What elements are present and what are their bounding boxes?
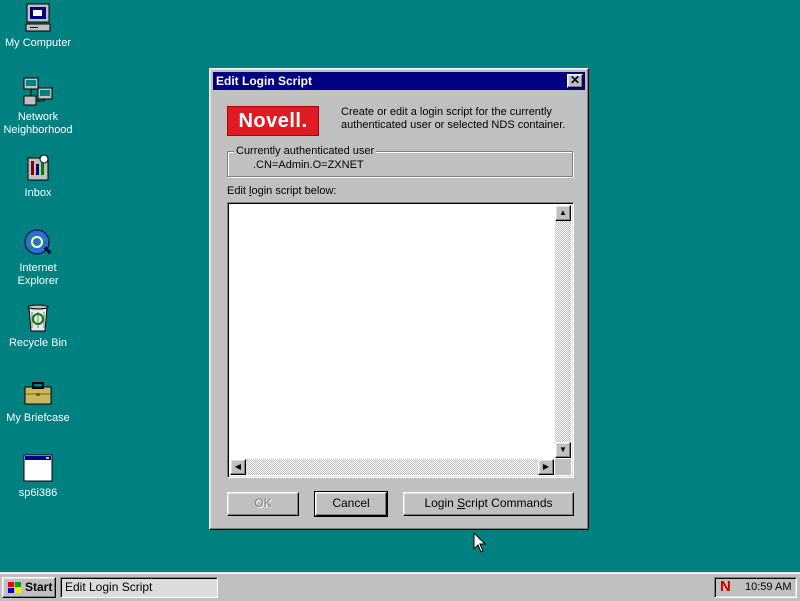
desktop-icon-sp6i386[interactable]: sp6i386	[0, 452, 76, 500]
start-label: Start	[25, 580, 53, 594]
edit-login-script-dialog: Edit Login Script ✕ Novell. Create or ed…	[209, 68, 589, 530]
scroll-up-button[interactable]: ▲	[555, 205, 571, 221]
authenticated-user-label: Currently authenticated user	[234, 145, 377, 158]
briefcase-icon	[22, 377, 54, 409]
desktop-icon-label: sp6i386	[18, 487, 58, 499]
dialog-title: Edit Login Script	[216, 74, 312, 88]
close-icon: ✕	[569, 73, 581, 87]
network-icon	[22, 76, 54, 108]
horizontal-scrollbar[interactable]: ◀ ▶	[230, 459, 554, 475]
login-script-textarea[interactable]: ▲ ▼ ◀ ▶	[227, 202, 574, 478]
dialog-titlebar[interactable]: Edit Login Script ✕	[213, 72, 585, 90]
desktop-icon-label: Recycle Bin	[8, 337, 68, 349]
desktop-icon-my-computer[interactable]: My Computer	[0, 2, 76, 50]
mouse-cursor-icon	[473, 532, 487, 553]
dialog-description: Create or edit a login script for the cu…	[341, 106, 566, 131]
scrollbar-corner	[555, 459, 571, 475]
novell-n-icon[interactable]: N	[720, 579, 734, 594]
authenticated-user-group: Currently authenticated user .CN=Admin.O…	[227, 145, 573, 177]
desktop-icon-inbox[interactable]: Inbox	[0, 152, 76, 200]
start-button[interactable]: Start	[2, 577, 56, 598]
cancel-button[interactable]: Cancel	[314, 491, 388, 517]
recycle-bin-icon	[22, 302, 54, 334]
desktop-icon-recycle-bin[interactable]: Recycle Bin	[0, 302, 76, 350]
internet-explorer-icon	[22, 227, 54, 259]
taskbar-item-edit-login-script[interactable]: Edit Login Script	[60, 577, 218, 598]
desktop-icon-network-neighborhood[interactable]: Network Neighborhood	[0, 76, 76, 137]
desktop-icon-label: My Briefcase	[6, 412, 70, 424]
system-tray: N 10:59 AM	[714, 577, 797, 598]
login-script-commands-button[interactable]: Login Script Commands	[403, 492, 574, 516]
edit-script-label: Edit login script below:	[227, 185, 337, 197]
close-button[interactable]: ✕	[567, 74, 583, 88]
program-window-icon	[22, 452, 54, 484]
vertical-scrollbar[interactable]: ▲ ▼	[555, 205, 571, 458]
authenticated-user-value: .CN=Admin.O=ZXNET	[253, 159, 364, 171]
inbox-icon	[22, 152, 54, 184]
computer-icon	[22, 2, 54, 34]
windows-logo-icon	[8, 582, 21, 593]
novell-logo: Novell.	[227, 106, 319, 136]
scroll-down-button[interactable]: ▼	[555, 442, 571, 458]
ok-button[interactable]: OK	[227, 492, 299, 516]
scroll-right-button[interactable]: ▶	[538, 459, 554, 475]
taskbar: Start Edit Login Script N 10:59 AM	[0, 572, 800, 601]
desktop-icon-label: Internet Explorer	[17, 262, 59, 287]
desktop-icon-my-briefcase[interactable]: My Briefcase	[0, 377, 76, 425]
scroll-left-button[interactable]: ◀	[230, 459, 246, 475]
desktop-icon-internet-explorer[interactable]: Internet Explorer	[0, 227, 76, 288]
desktop-icon-label: My Computer	[4, 37, 72, 49]
clock[interactable]: 10:59 AM	[745, 581, 791, 593]
desktop-icon-label: Inbox	[24, 187, 52, 199]
desktop-icon-label: Network Neighborhood	[3, 111, 73, 136]
